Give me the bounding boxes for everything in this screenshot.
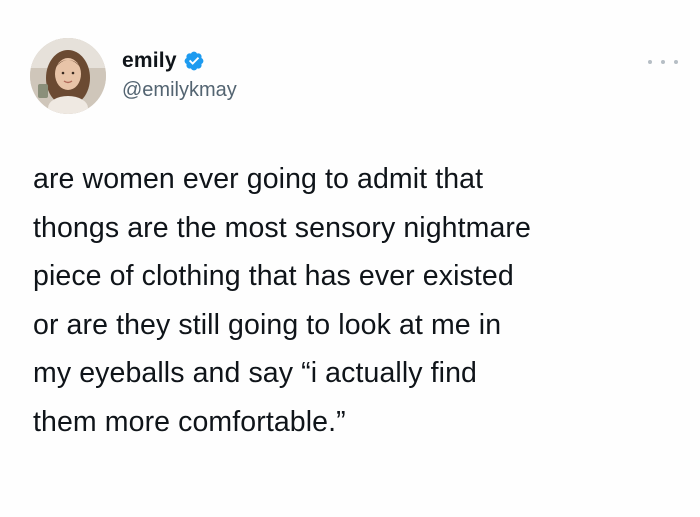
verified-badge-icon <box>184 51 204 71</box>
more-options-icon[interactable] <box>648 52 678 72</box>
more-dot <box>648 60 652 64</box>
more-dot <box>661 60 665 64</box>
avatar-image <box>30 38 106 114</box>
handle[interactable]: @emilykmay <box>122 79 237 102</box>
tweet-text: are women ever going to admit that thong… <box>33 163 531 438</box>
more-dot <box>674 60 678 64</box>
tweet-header: emily @emilykmay <box>122 48 237 102</box>
display-name[interactable]: emily <box>122 49 177 73</box>
tweet-card: emily @emilykmay are women ever going to… <box>0 0 700 517</box>
avatar[interactable] <box>30 38 106 114</box>
name-row: emily <box>122 48 237 74</box>
